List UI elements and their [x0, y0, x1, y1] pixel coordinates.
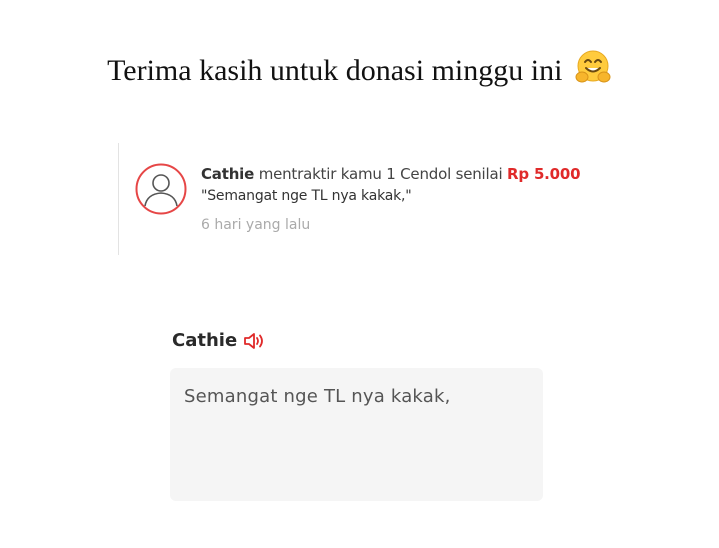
donation-amount: Rp 5.000 — [507, 165, 581, 183]
donation-details: Cathie mentraktir kamu 1 Cendol senilai … — [201, 165, 611, 233]
tts-sender: Cathie — [172, 330, 267, 351]
donation-time: 6 hari yang lalu — [201, 217, 311, 233]
page-title: Terima kasih untuk donasi minggu ini — [0, 48, 719, 94]
donation-action-text: mentraktir kamu 1 Cendol senilai — [258, 165, 503, 183]
hugging-face-icon — [574, 48, 612, 94]
user-avatar-icon — [135, 163, 187, 215]
tts-message-text: Semangat nge TL nya kakak, — [184, 386, 451, 407]
tts-sender-name: Cathie — [172, 330, 238, 351]
donation-message: "Semangat nge TL nya kakak," — [201, 188, 412, 204]
donation-card: Cathie mentraktir kamu 1 Cendol senilai … — [118, 143, 619, 255]
tts-message-box: Semangat nge TL nya kakak, — [170, 368, 543, 501]
title-text: Terima kasih untuk donasi minggu ini — [107, 54, 563, 87]
speaker-sound-icon — [243, 331, 267, 351]
donor-name: Cathie — [201, 165, 255, 183]
donation-summary: Cathie mentraktir kamu 1 Cendol senilai … — [201, 165, 611, 183]
